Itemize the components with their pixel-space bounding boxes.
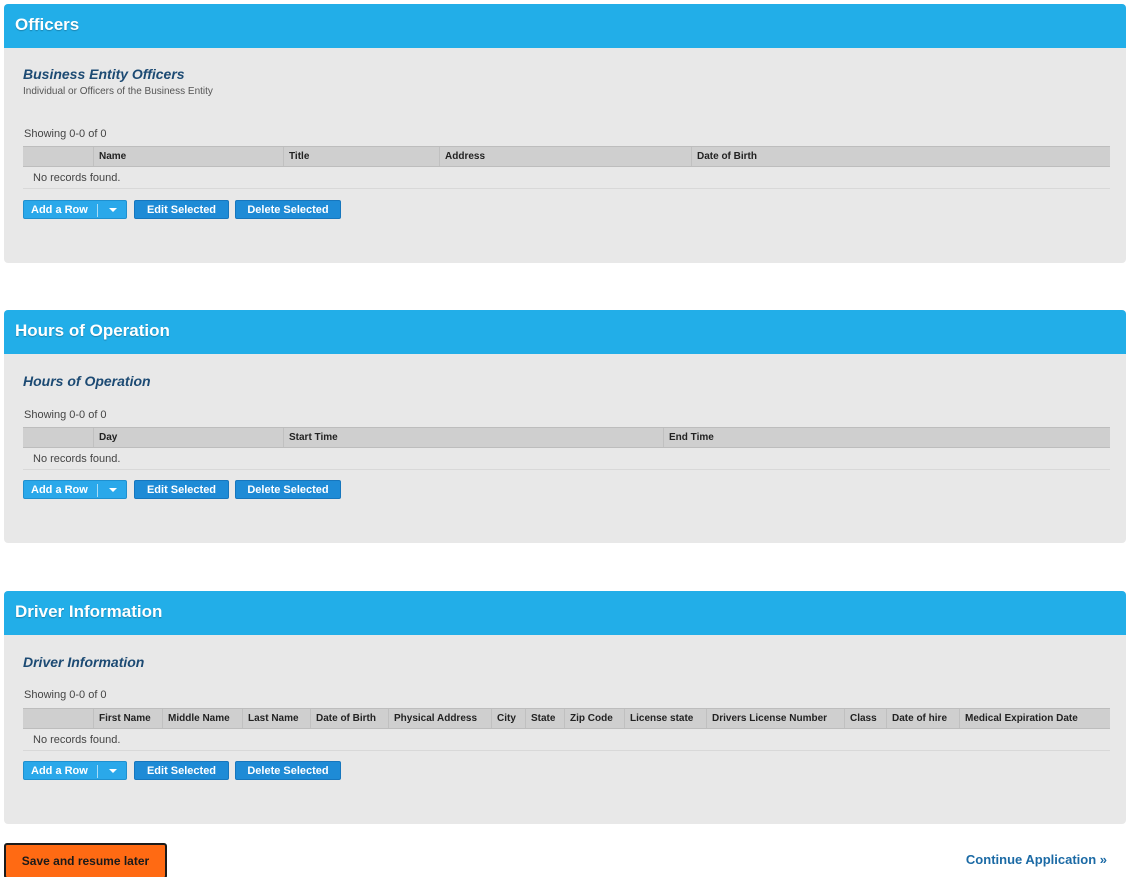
column-header[interactable]: Last Name (242, 709, 310, 728)
empty-message: No records found. (23, 729, 1110, 751)
continue-application-link[interactable]: Continue Application » (966, 852, 1107, 867)
column-header[interactable]: Zip Code (564, 709, 624, 728)
edit-selected-button[interactable]: Edit Selected (134, 200, 229, 219)
edit-selected-button[interactable]: Edit Selected (134, 761, 229, 780)
column-header[interactable]: Date of Birth (691, 147, 1037, 166)
column-header[interactable]: Date of hire (886, 709, 959, 728)
column-header[interactable]: Medical Expiration Date (959, 709, 1093, 728)
column-header[interactable]: Address (439, 147, 691, 166)
pagination-summary: Showing 0-0 of 0 (24, 409, 107, 421)
section-header: Driver Information (4, 591, 1126, 635)
hours-section: Hours of Operation Hours of Operation Sh… (4, 310, 1126, 543)
chevron-down-icon[interactable] (109, 769, 117, 773)
subsection-title: Business Entity Officers (23, 66, 185, 82)
button-divider (97, 484, 98, 497)
column-header[interactable]: State (525, 709, 564, 728)
pagination-summary: Showing 0-0 of 0 (24, 689, 107, 701)
column-header[interactable]: Date of Birth (310, 709, 388, 728)
column-header[interactable]: First Name (93, 709, 162, 728)
column-header[interactable]: Drivers License Number (706, 709, 844, 728)
section-header: Hours of Operation (4, 310, 1126, 354)
subsection-title: Hours of Operation (23, 373, 151, 389)
delete-selected-button[interactable]: Delete Selected (235, 761, 341, 780)
subsection-title: Driver Information (23, 654, 145, 670)
drivers-section: Driver Information Driver Information Sh… (4, 591, 1126, 824)
column-header[interactable]: Physical Address (388, 709, 491, 728)
column-header[interactable]: End Time (663, 428, 1017, 447)
records-grid: First Name Middle Name Last Name Date of… (23, 708, 1110, 751)
grid-header: Name Title Address Date of Birth (23, 146, 1110, 167)
add-row-button[interactable]: Add a Row (23, 200, 127, 219)
column-header[interactable]: Name (93, 147, 283, 166)
button-divider (97, 765, 98, 778)
records-grid: Day Start Time End Time No records found… (23, 427, 1110, 470)
column-header[interactable]: Day (93, 428, 283, 447)
pagination-summary: Showing 0-0 of 0 (24, 128, 107, 140)
empty-message: No records found. (23, 167, 1110, 189)
add-row-label: Add a Row (31, 484, 88, 496)
add-row-label: Add a Row (31, 765, 88, 777)
add-row-button[interactable]: Add a Row (23, 480, 127, 499)
empty-message: No records found. (23, 448, 1110, 470)
chevron-down-icon[interactable] (109, 488, 117, 492)
delete-selected-button[interactable]: Delete Selected (235, 480, 341, 499)
officers-section: Officers Business Entity Officers Indivi… (4, 4, 1126, 263)
records-grid: Name Title Address Date of Birth No reco… (23, 146, 1110, 189)
delete-selected-button[interactable]: Delete Selected (235, 200, 341, 219)
column-header[interactable]: Start Time (283, 428, 663, 447)
add-row-button[interactable]: Add a Row (23, 761, 127, 780)
column-header[interactable]: Middle Name (162, 709, 242, 728)
add-row-label: Add a Row (31, 204, 88, 216)
section-header: Officers (4, 4, 1126, 48)
button-divider (97, 204, 98, 217)
subsection-description: Individual or Officers of the Business E… (23, 86, 213, 97)
column-header[interactable]: City (491, 709, 525, 728)
save-and-resume-button[interactable]: Save and resume later (4, 843, 167, 877)
column-header[interactable]: Class (844, 709, 886, 728)
grid-header: First Name Middle Name Last Name Date of… (23, 708, 1110, 729)
column-header[interactable]: License state (624, 709, 706, 728)
grid-header: Day Start Time End Time (23, 427, 1110, 448)
edit-selected-button[interactable]: Edit Selected (134, 480, 229, 499)
chevron-down-icon[interactable] (109, 208, 117, 212)
column-header[interactable]: Title (283, 147, 439, 166)
